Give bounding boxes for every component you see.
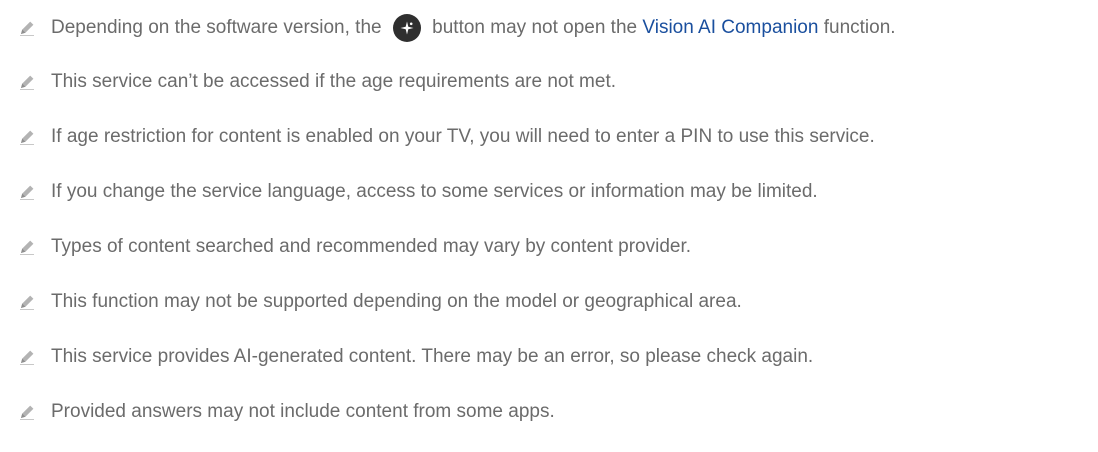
note-text: Depending on the software version, the b…	[51, 14, 896, 42]
ai-button-icon	[392, 14, 421, 42]
note-item: This service provides AI-generated conte…	[18, 329, 1098, 384]
note-item: This function may not be supported depen…	[18, 274, 1098, 329]
pencil-icon	[18, 128, 36, 146]
notes-list: Depending on the software version, the b…	[0, 0, 1098, 439]
pencil-icon	[18, 403, 36, 421]
pencil-icon	[18, 238, 36, 256]
pencil-icon	[18, 19, 36, 37]
pencil-icon	[18, 348, 36, 366]
note-item: Types of content searched and recommende…	[18, 219, 1098, 274]
vision-ai-companion-link[interactable]: Vision AI Companion	[642, 17, 818, 38]
pencil-icon	[18, 293, 36, 311]
pencil-icon	[18, 73, 36, 91]
pencil-icon	[18, 183, 36, 201]
note-text: Types of content searched and recommende…	[51, 235, 692, 257]
note-text: This service provides AI-generated conte…	[51, 345, 814, 367]
note-item: Provided answers may not include content…	[18, 384, 1098, 439]
note-item: Depending on the software version, the b…	[18, 8, 1098, 48]
note-text: If age restriction for content is enable…	[51, 125, 875, 147]
note-text: This function may not be supported depen…	[51, 290, 742, 312]
note-text: If you change the service language, acce…	[51, 180, 818, 202]
note-text: This service can’t be accessed if the ag…	[51, 70, 616, 92]
note-item: If age restriction for content is enable…	[18, 109, 1098, 164]
note-item: This service can’t be accessed if the ag…	[18, 54, 1098, 109]
note-text: Provided answers may not include content…	[51, 400, 555, 422]
note-item: If you change the service language, acce…	[18, 164, 1098, 219]
